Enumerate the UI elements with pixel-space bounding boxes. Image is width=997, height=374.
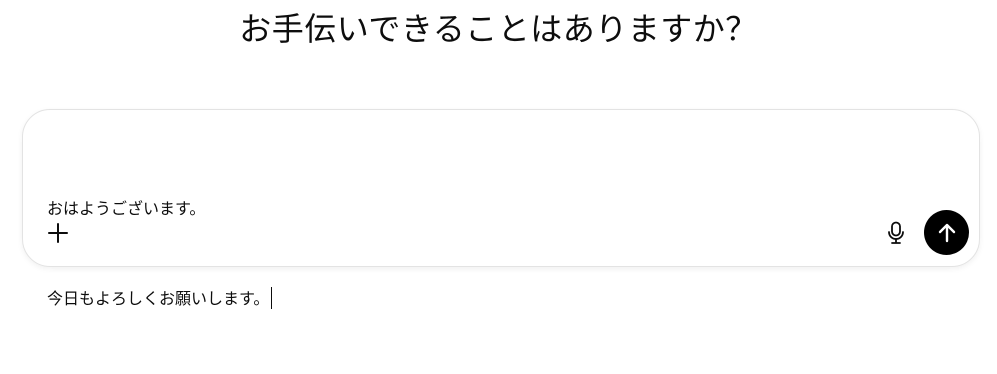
message-line-2: 今日もよろしくお願いします。 [47, 284, 887, 314]
page-heading: お手伝いできることはありますか？ [239, 10, 758, 48]
message-line-1: おはようございます。 [47, 199, 206, 218]
text-caret [271, 287, 273, 309]
microphone-icon [888, 221, 904, 244]
arrow-up-icon [938, 223, 955, 242]
send-button[interactable] [924, 210, 969, 255]
message-composer[interactable]: おはようございます。 今日もよろしくお願いします。 [22, 109, 980, 309]
plus-icon [48, 223, 68, 243]
voice-input-button[interactable] [881, 218, 911, 248]
message-input[interactable]: おはようございます。 今日もよろしくお願いします。 [47, 134, 887, 374]
add-attachment-button[interactable] [43, 218, 73, 248]
message-line-2-text: 今日もよろしくお願いします。 [47, 289, 270, 308]
